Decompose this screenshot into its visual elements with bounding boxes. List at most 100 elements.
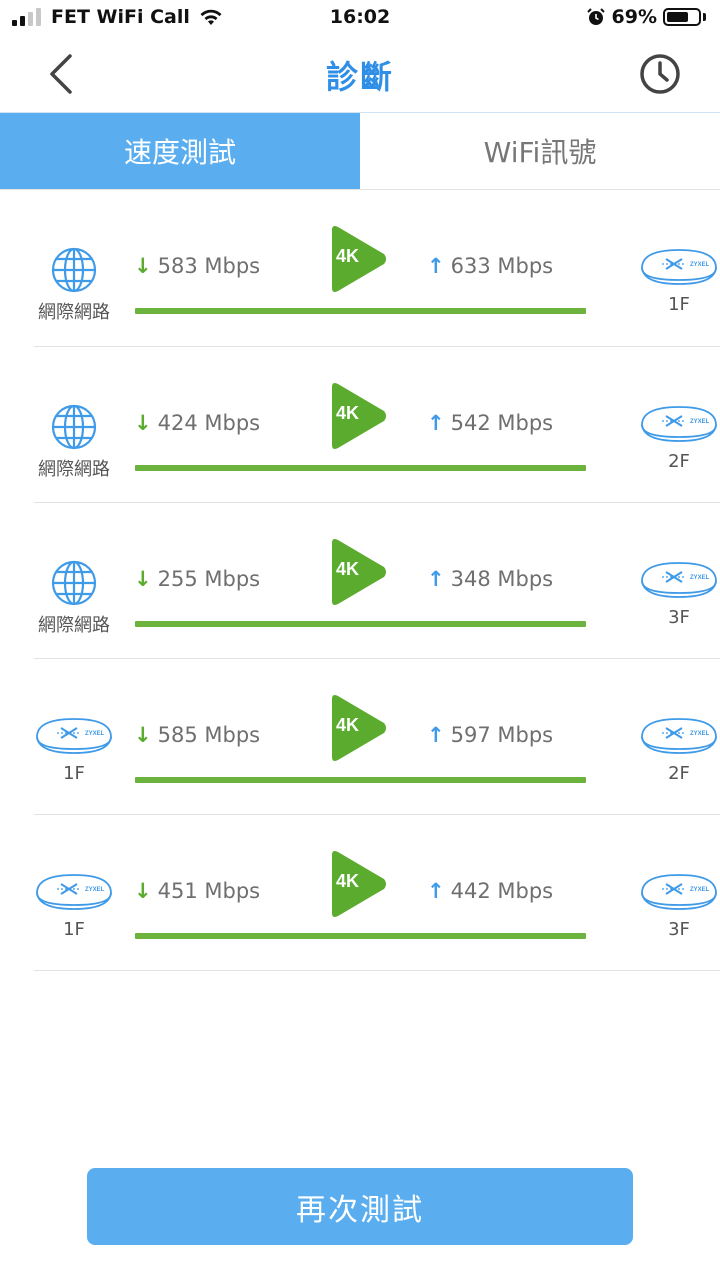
battery-icon — [663, 8, 701, 26]
speed-row: ZYXEL 1F ↓ 451 Mbps 4K ↑ 442 Mbps ZYXEL 3F — [34, 815, 720, 971]
target-node: ZYXEL 3F — [604, 869, 720, 965]
arrow-down-icon: ↓ — [134, 723, 152, 747]
arrow-up-icon: ↑ — [427, 411, 445, 435]
tab-speed-test[interactable]: 速度測試 — [0, 113, 360, 189]
download-value: 424 Mbps — [157, 411, 261, 435]
arrow-down-icon: ↓ — [134, 567, 152, 591]
clock-icon[interactable] — [638, 52, 682, 96]
speed-row: 網際網路 ↓ 583 Mbps 4K ↑ 633 Mbps ZYXEL 1F — [34, 190, 720, 347]
download-speed: ↓ 583 Mbps — [134, 254, 260, 278]
tab-wifi-signal[interactable]: WiFi訊號 — [360, 113, 720, 189]
source-label: 1F — [63, 919, 85, 940]
source-label: 網際網路 — [38, 459, 110, 480]
speed-bar — [135, 777, 586, 783]
source-node: 網際網路 — [0, 403, 148, 499]
target-label: 3F — [668, 919, 690, 940]
speed-test-list: 網際網路 ↓ 583 Mbps 4K ↑ 633 Mbps ZYXEL 1F 網際網… — [0, 190, 720, 971]
router-brand: ZYXEL — [85, 887, 105, 893]
4k-badge-label: 4K — [336, 246, 359, 266]
arrow-up-icon: ↑ — [427, 723, 445, 747]
status-bar: FET WiFi Call 16:02 69% — [0, 0, 720, 36]
router-brand: ZYXEL — [85, 731, 105, 737]
speed-bar — [135, 933, 586, 939]
speed-bar — [135, 465, 586, 471]
source-node: 網際網路 — [0, 559, 148, 655]
speed-row: ZYXEL 1F ↓ 585 Mbps 4K ↑ 597 Mbps ZYXEL 2F — [34, 659, 720, 815]
download-value: 583 Mbps — [157, 254, 261, 278]
target-label: 3F — [668, 607, 690, 628]
4k-badge: 4K — [332, 226, 386, 292]
page-title: 診斷 — [325, 58, 394, 96]
arrow-down-icon: ↓ — [134, 411, 152, 435]
router-brand: ZYXEL — [690, 262, 710, 268]
upload-value: 542 Mbps — [450, 411, 554, 435]
target-label: 2F — [668, 763, 690, 784]
4k-badge-label: 4K — [336, 403, 359, 423]
alarm-icon — [586, 8, 605, 25]
globe-icon — [51, 404, 97, 450]
battery-level — [667, 12, 688, 22]
router-brand: ZYXEL — [690, 731, 710, 737]
speed-bar — [135, 308, 586, 314]
upload-speed: ↑ 442 Mbps — [427, 879, 553, 903]
arrow-up-icon: ↑ — [427, 567, 445, 591]
globe-icon — [51, 560, 97, 606]
arrow-down-icon: ↓ — [134, 879, 152, 903]
target-node: ZYXEL 2F — [604, 713, 720, 809]
upload-value: 442 Mbps — [450, 879, 554, 903]
router-icon: ZYXEL — [641, 406, 717, 442]
upload-speed: ↑ 542 Mbps — [427, 411, 553, 435]
4k-badge: 4K — [332, 695, 386, 761]
tab-bar: 速度測試 WiFi訊號 — [0, 113, 720, 190]
upload-speed: ↑ 348 Mbps — [427, 567, 553, 591]
arrow-up-icon: ↑ — [427, 879, 445, 903]
download-speed: ↓ 424 Mbps — [134, 411, 260, 435]
upload-speed: ↑ 633 Mbps — [427, 254, 553, 278]
router-icon: ZYXEL — [641, 249, 717, 285]
arrow-up-icon: ↑ — [427, 254, 445, 278]
arrow-down-icon: ↓ — [134, 254, 152, 278]
router-icon: ZYXEL — [641, 718, 717, 754]
4k-badge: 4K — [332, 539, 386, 605]
retest-button[interactable]: 再次測試 — [87, 1168, 633, 1245]
download-speed: ↓ 255 Mbps — [134, 567, 260, 591]
4k-badge: 4K — [332, 851, 386, 917]
source-node: ZYXEL 1F — [0, 713, 148, 809]
router-icon: ZYXEL — [36, 718, 112, 754]
download-value: 255 Mbps — [157, 567, 261, 591]
router-brand: ZYXEL — [690, 419, 710, 425]
source-label: 網際網路 — [38, 615, 110, 636]
4k-badge-label: 4K — [336, 559, 359, 579]
4k-badge-label: 4K — [336, 871, 359, 891]
nav-bar: 診斷 — [0, 36, 720, 113]
source-label: 網際網路 — [38, 302, 110, 323]
router-icon: ZYXEL — [36, 874, 112, 910]
router-brand: ZYXEL — [690, 887, 710, 893]
router-brand: ZYXEL — [690, 575, 710, 581]
download-value: 585 Mbps — [157, 723, 261, 747]
speed-row: 網際網路 ↓ 424 Mbps 4K ↑ 542 Mbps ZYXEL 2F — [34, 347, 720, 503]
source-node: ZYXEL 1F — [0, 869, 148, 965]
target-node: ZYXEL 3F — [604, 557, 720, 653]
4k-badge: 4K — [332, 383, 386, 449]
battery-cap — [703, 13, 706, 21]
globe-icon — [51, 247, 97, 293]
upload-value: 348 Mbps — [450, 567, 554, 591]
upload-speed: ↑ 597 Mbps — [427, 723, 553, 747]
download-value: 451 Mbps — [157, 879, 261, 903]
target-node: ZYXEL 2F — [604, 401, 720, 497]
upload-value: 597 Mbps — [450, 723, 554, 747]
target-node: ZYXEL 1F — [604, 244, 720, 340]
router-icon: ZYXEL — [641, 562, 717, 598]
speed-row: 網際網路 ↓ 255 Mbps 4K ↑ 348 Mbps ZYXEL 3F — [34, 503, 720, 659]
4k-badge-label: 4K — [336, 715, 359, 735]
source-node: 網際網路 — [0, 246, 148, 342]
speed-bar — [135, 621, 586, 627]
upload-value: 633 Mbps — [450, 254, 554, 278]
download-speed: ↓ 451 Mbps — [134, 879, 260, 903]
download-speed: ↓ 585 Mbps — [134, 723, 260, 747]
target-label: 2F — [668, 451, 690, 472]
target-label: 1F — [668, 294, 690, 315]
battery-percent: 69% — [611, 6, 657, 28]
router-icon: ZYXEL — [641, 874, 717, 910]
